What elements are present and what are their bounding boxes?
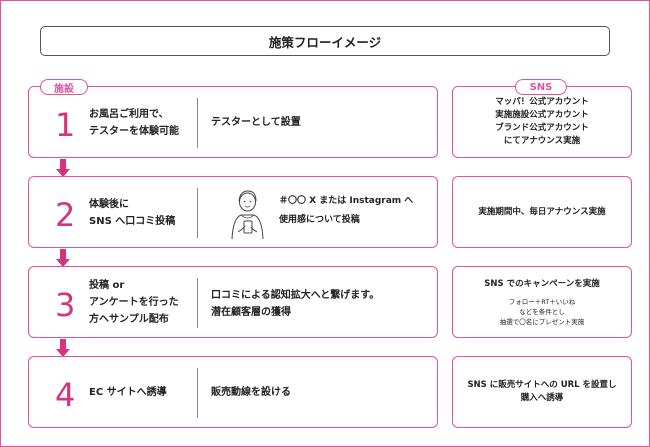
divider xyxy=(197,188,198,238)
sns-line: SNS に販売サイトへの URL を設置し xyxy=(467,380,617,390)
step-4-box: 4 EC サイトへ誘導 販売動線を設ける xyxy=(28,356,438,428)
step-desc: テスターとして設置 xyxy=(211,114,301,131)
sns-small-line: フォロー＋RT＋いいね xyxy=(508,297,576,306)
step-desc-line: 口コミによる認知拡大へと繋げます。 xyxy=(211,290,380,301)
sns-box-1: マッパ！公式アカウント 実施施設公式アカウント ブランド公式アカウント にてアナ… xyxy=(452,86,632,158)
step-desc-line: 使用感について投稿 xyxy=(279,215,360,225)
sns-box-2: 実施期間中、毎日アナウンス実施 xyxy=(452,176,632,248)
step-number: 2 xyxy=(55,196,76,234)
divider xyxy=(197,98,198,148)
step-desc-line: ＃〇〇 X または Instagram へ xyxy=(279,196,414,206)
step-label: お風呂ご利用で、 テスターを体験可能 xyxy=(89,106,179,140)
step-label: 体験後に SNS へ口コミ投稿 xyxy=(89,196,175,230)
step-desc-line: テスターとして設置 xyxy=(211,117,301,128)
facility-tag: 施設 xyxy=(40,79,88,95)
divider xyxy=(197,368,198,418)
step-1-box: 1 お風呂ご利用で、 テスターを体験可能 テスターとして設置 xyxy=(28,86,438,158)
step-label: 投稿 or アンケートを行った 方へサンプル配布 xyxy=(89,277,179,328)
step-3-box: 3 投稿 or アンケートを行った 方へサンプル配布 口コミによる認知拡大へと繋… xyxy=(28,266,438,338)
sns-small-line: などを条件とし xyxy=(519,307,565,316)
step-desc-line: 潜在顧客層の獲得 xyxy=(211,307,291,318)
sns-line: マッパ！公式アカウント xyxy=(495,97,589,107)
sns-box-3: SNS でのキャンペーンを実施 フォロー＋RT＋いいね などを条件とし 抽選で〇… xyxy=(452,266,632,338)
sns-box-4: SNS に販売サイトへの URL を設置し 購入へ誘導 xyxy=(452,356,632,428)
divider xyxy=(197,278,198,328)
step-desc: ＃〇〇 X または Instagram へ 使用感について投稿 xyxy=(279,192,413,230)
sns-tag: SNS xyxy=(515,79,567,95)
sns-line: 実施施設公式アカウント xyxy=(495,110,589,120)
step-label-line: 体験後に xyxy=(89,199,129,210)
step-label: EC サイトへ誘導 xyxy=(89,384,167,401)
step-label-line: SNS へ口コミ投稿 xyxy=(89,216,176,227)
page-title: 施策フローイメージ xyxy=(40,26,610,56)
step-desc: 口コミによる認知拡大へと繋げます。 潜在顧客層の獲得 xyxy=(211,287,379,321)
step-label-line: テスターを体験可能 xyxy=(89,126,179,137)
step-label-line: 方へサンプル配布 xyxy=(89,314,169,325)
step-label-line: お風呂ご利用で、 xyxy=(89,109,169,120)
step-label-line: EC サイトへ誘導 xyxy=(89,387,167,398)
step-desc-line: 販売動線を設ける xyxy=(211,387,291,398)
sns-line: にてアナウンス実施 xyxy=(503,136,581,146)
step-number: 4 xyxy=(55,376,76,414)
sns-line: 実施期間中、毎日アナウンス実施 xyxy=(478,206,606,217)
step-desc: 販売動線を設ける xyxy=(211,384,291,401)
sns-small-line: 抽選で〇名にプレゼント実施 xyxy=(499,317,585,326)
sns-line: 購入へ誘導 xyxy=(520,393,564,403)
sns-line: SNS でのキャンペーンを実施 xyxy=(484,278,600,289)
step-label-line: アンケートを行った xyxy=(89,297,179,308)
step-2-box: 2 体験後に SNS へ口コミ投稿 ＃〇〇 X または Instagram へ … xyxy=(28,176,438,248)
step-number: 3 xyxy=(55,286,76,324)
step-label-line: 投稿 or xyxy=(89,280,125,291)
sns-line: ブランド公式アカウント xyxy=(495,123,589,133)
person-holding-phone-icon xyxy=(231,190,264,240)
step-number: 1 xyxy=(55,106,76,144)
